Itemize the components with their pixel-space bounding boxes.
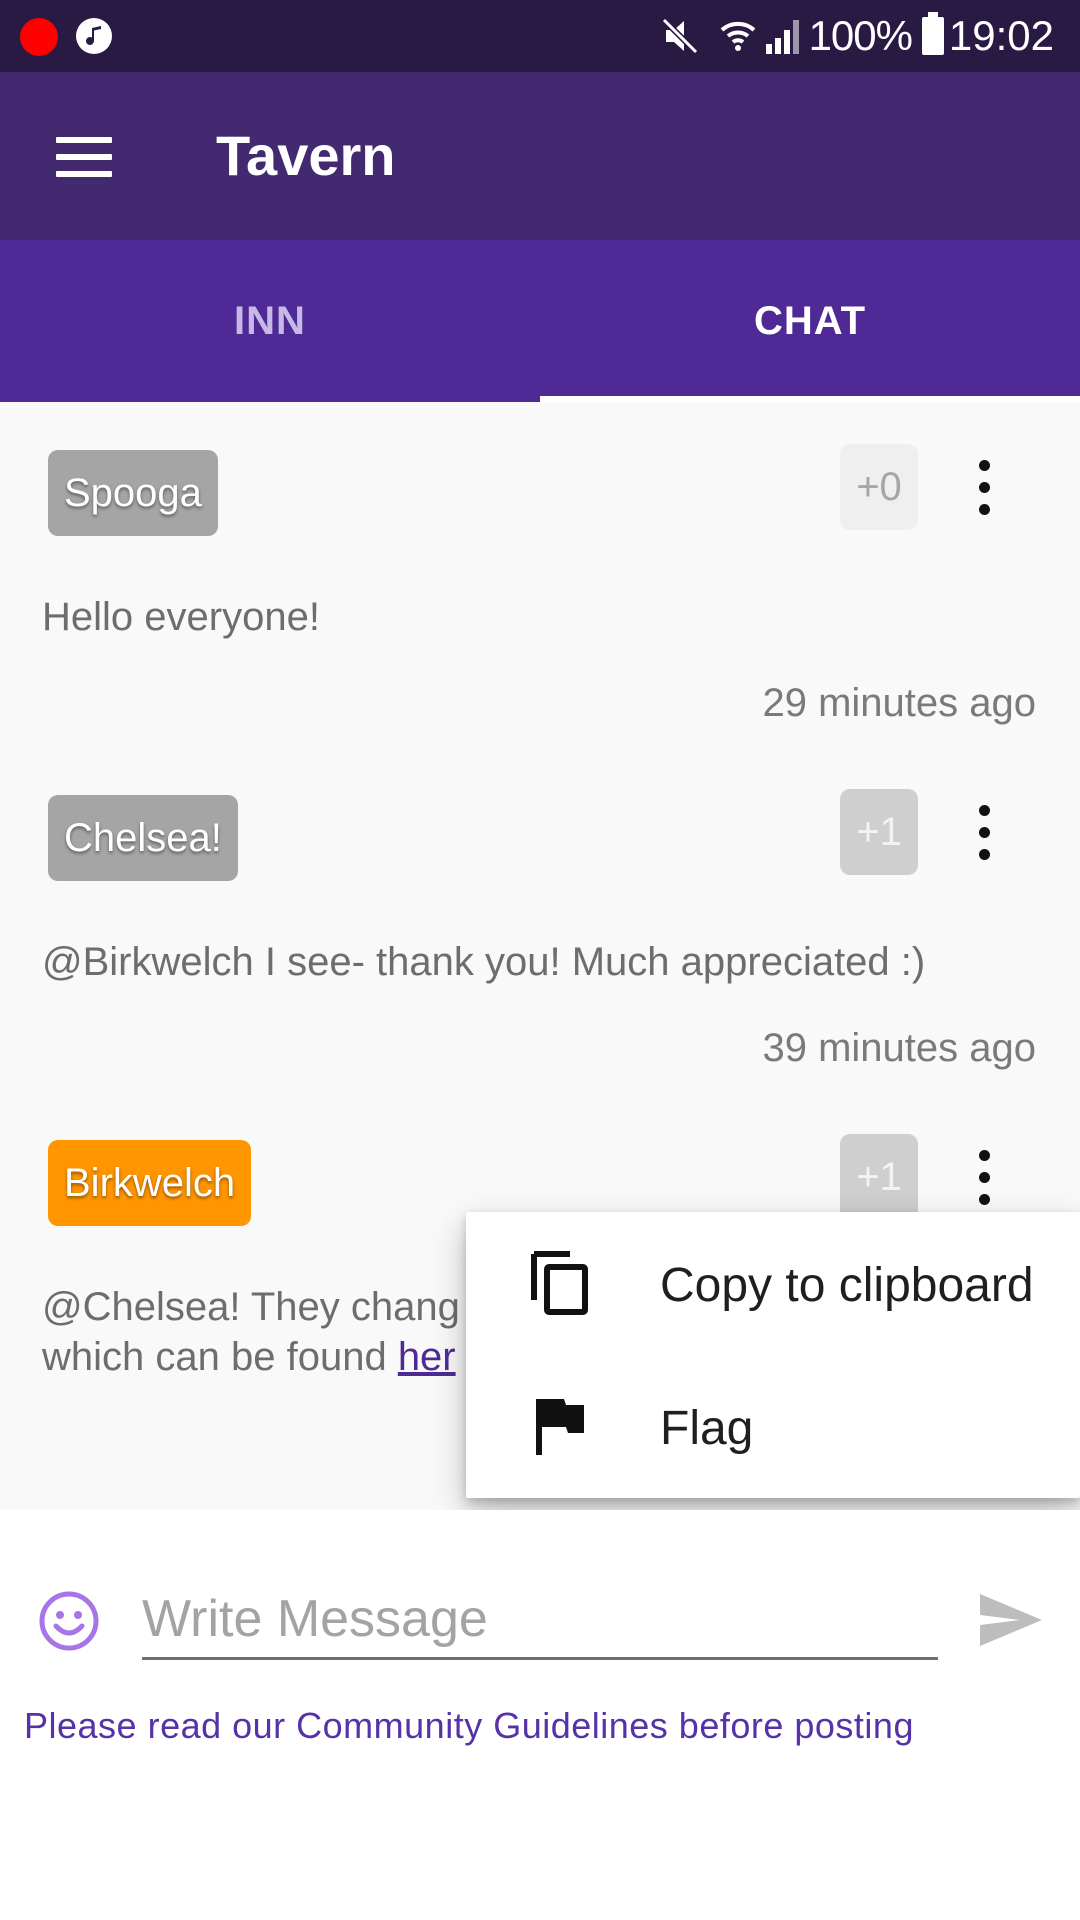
page-title: Tavern	[216, 124, 396, 187]
copy-icon	[531, 1251, 588, 1315]
message-input[interactable]	[142, 1580, 938, 1660]
message-time: 29 minutes ago	[762, 681, 1036, 725]
message-text-line: @Chelsea! They chang	[42, 1285, 460, 1329]
menu-item-label: Flag	[660, 1402, 754, 1455]
status-bar: 100% 19:02	[0, 0, 1080, 72]
message-text: @Birkwelch I see- thank you! Much apprec…	[42, 940, 926, 984]
music-note-icon	[76, 18, 112, 54]
like-button[interactable]: +1	[840, 789, 918, 875]
more-options-icon[interactable]	[976, 460, 992, 516]
tab-bar: INN CHAT	[0, 240, 1080, 402]
tab-inn[interactable]: INN	[0, 240, 540, 402]
emoji-icon[interactable]	[38, 1590, 100, 1652]
menu-item-label: Copy to clipboard	[660, 1259, 1034, 1312]
like-button[interactable]: +1	[840, 1134, 918, 1220]
wifi-icon	[720, 21, 756, 51]
battery-icon	[922, 12, 944, 55]
menu-item-flag[interactable]: Flag	[466, 1355, 1080, 1498]
message-composer: Please read our Community Guidelines bef…	[0, 1510, 1080, 1920]
menu-item-copy[interactable]: Copy to clipboard	[466, 1212, 1080, 1355]
message-text: Hello everyone!	[42, 595, 320, 639]
message-options-menu: Copy to clipboard Flag	[466, 1212, 1080, 1498]
hamburger-menu-icon[interactable]	[56, 137, 112, 177]
battery-percent: 100%	[808, 12, 913, 59]
community-guidelines-link[interactable]: Please read our Community Guidelines bef…	[24, 1704, 914, 1748]
app-bar: Tavern	[0, 72, 1080, 240]
send-icon[interactable]	[978, 1592, 1044, 1648]
like-button[interactable]: +0	[840, 444, 918, 530]
message-text-line: which can be found	[42, 1335, 398, 1379]
username-chip[interactable]: Chelsea!	[48, 795, 238, 881]
more-options-icon[interactable]	[976, 1150, 992, 1206]
mute-icon	[661, 17, 699, 55]
username-chip[interactable]: Spooga	[48, 450, 218, 536]
more-options-icon[interactable]	[976, 805, 992, 861]
signal-icon	[766, 20, 799, 54]
tab-chat[interactable]: CHAT	[540, 240, 1080, 402]
recording-icon	[20, 18, 58, 56]
username-chip[interactable]: Birkwelch	[48, 1140, 252, 1226]
message-time: 39 minutes ago	[762, 1026, 1036, 1070]
flag-icon	[536, 1399, 584, 1455]
message-link[interactable]: her	[398, 1335, 456, 1379]
clock: 19:02	[948, 12, 1054, 59]
